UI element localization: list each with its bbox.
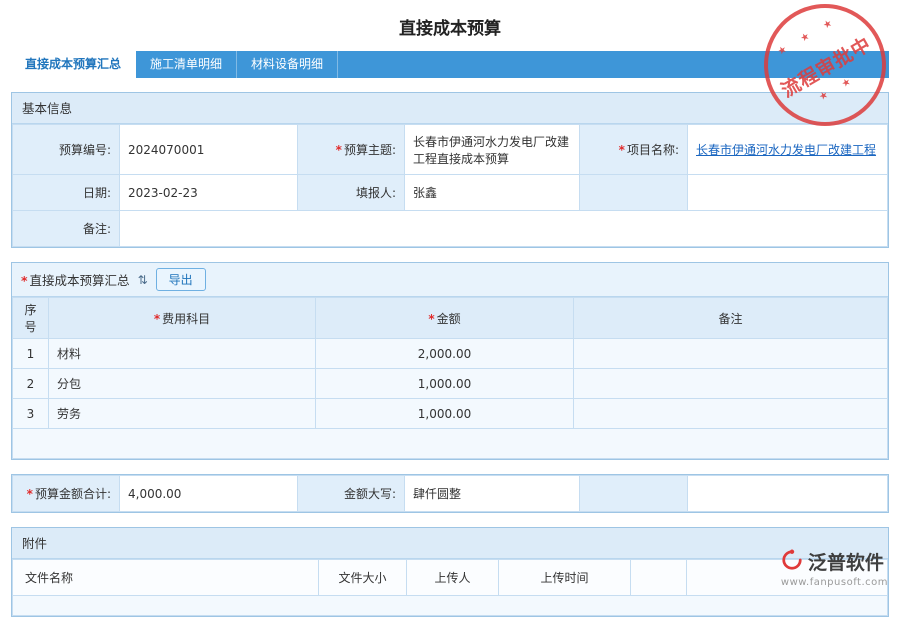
reporter-label: 填报人: bbox=[298, 175, 405, 211]
cell-subject: 分包 bbox=[49, 369, 316, 399]
project-name-label: *项目名称: bbox=[580, 125, 688, 175]
export-button[interactable]: 导出 bbox=[156, 268, 206, 291]
col-file-size: 文件大小 bbox=[319, 560, 407, 596]
cell-no: 3 bbox=[13, 399, 49, 429]
table-row: 1 材料 2,000.00 bbox=[13, 339, 888, 369]
totals-section: *预算金额合计: 4,000.00 金额大写: 肆仟圆整 bbox=[11, 474, 889, 513]
cell-subject: 劳务 bbox=[49, 399, 316, 429]
cell-subject: 材料 bbox=[49, 339, 316, 369]
table-header-row: 文件名称 文件大小 上传人 上传时间 bbox=[13, 560, 888, 596]
attachments-table: 文件名称 文件大小 上传人 上传时间 bbox=[12, 559, 888, 616]
table-row: 预算编号: 2024070001 *预算主题: 长春市伊通河水力发电厂改建工程直… bbox=[13, 125, 888, 175]
attachments-section: 附件 文件名称 文件大小 上传人 上传时间 bbox=[11, 527, 889, 617]
col-remark: 备注 bbox=[574, 298, 888, 339]
project-name-link[interactable]: 长春市伊通河水力发电厂改建工程 bbox=[696, 143, 876, 157]
col-uploader: 上传人 bbox=[407, 560, 499, 596]
remark-label: 备注: bbox=[13, 211, 120, 247]
basic-info-section: 基本信息 预算编号: 2024070001 *预算主题: 长春市伊通河水力发电厂… bbox=[11, 92, 889, 248]
totals-table: *预算金额合计: 4,000.00 金额大写: 肆仟圆整 bbox=[12, 475, 888, 512]
amount-words-value: 肆仟圆整 bbox=[405, 476, 580, 512]
project-name-cell: 长春市伊通河水力发电厂改建工程 bbox=[688, 125, 888, 175]
cell-remark bbox=[574, 399, 888, 429]
summary-table: 序号 *费用科目 *金额 备注 1 材料 2,000.00 2 分包 1,000… bbox=[12, 297, 888, 459]
empty-cell bbox=[13, 429, 888, 459]
required-marker: * bbox=[21, 273, 28, 288]
subject-label: *预算主题: bbox=[298, 125, 405, 175]
table-row: 3 劳务 1,000.00 bbox=[13, 399, 888, 429]
required-marker: * bbox=[619, 143, 625, 157]
col-amount: *金额 bbox=[316, 298, 574, 339]
table-row: 2 分包 1,000.00 bbox=[13, 369, 888, 399]
empty-value-cell bbox=[688, 175, 888, 211]
empty-cell bbox=[13, 596, 888, 616]
page-title: 直接成本预算 bbox=[0, 0, 900, 51]
basic-info-title: 基本信息 bbox=[12, 93, 888, 124]
attachments-title: 附件 bbox=[12, 528, 888, 559]
cell-amount: 2,000.00 bbox=[316, 339, 574, 369]
budget-no-label: 预算编号: bbox=[13, 125, 120, 175]
empty-header-cell bbox=[631, 560, 687, 596]
col-file-name: 文件名称 bbox=[13, 560, 319, 596]
tab-construction-list-detail[interactable]: 施工清单明细 bbox=[136, 51, 237, 78]
remark-value bbox=[120, 211, 888, 247]
table-header-row: 序号 *费用科目 *金额 备注 bbox=[13, 298, 888, 339]
date-label: 日期: bbox=[13, 175, 120, 211]
total-amount-value: 4,000.00 bbox=[120, 476, 298, 512]
reporter-value: 张鑫 bbox=[405, 175, 580, 211]
empty-label-cell bbox=[580, 175, 688, 211]
cell-no: 1 bbox=[13, 339, 49, 369]
date-value: 2023-02-23 bbox=[120, 175, 298, 211]
col-no: 序号 bbox=[13, 298, 49, 339]
fanpu-logo-icon bbox=[781, 549, 803, 574]
sort-icon[interactable]: ⇅ bbox=[138, 273, 148, 287]
amount-words-label: 金额大写: bbox=[298, 476, 405, 512]
fanpu-brand: 泛普软件 www.fanpusoft.com bbox=[781, 548, 888, 588]
required-marker: * bbox=[428, 312, 434, 326]
brand-url[interactable]: www.fanpusoft.com bbox=[781, 577, 888, 588]
basic-info-table: 预算编号: 2024070001 *预算主题: 长春市伊通河水力发电厂改建工程直… bbox=[12, 124, 888, 247]
summary-toolbar: *直接成本预算汇总 ⇅ 导出 bbox=[12, 263, 888, 297]
total-amount-label: *预算金额合计: bbox=[13, 476, 120, 512]
required-marker: * bbox=[27, 487, 33, 501]
cell-remark bbox=[574, 369, 888, 399]
cell-no: 2 bbox=[13, 369, 49, 399]
col-subject: *费用科目 bbox=[49, 298, 316, 339]
summary-title: *直接成本预算汇总 bbox=[21, 270, 130, 289]
cell-amount: 1,000.00 bbox=[316, 369, 574, 399]
required-marker: * bbox=[336, 143, 342, 157]
cell-amount: 1,000.00 bbox=[316, 399, 574, 429]
tab-direct-cost-summary[interactable]: 直接成本预算汇总 bbox=[11, 51, 136, 78]
table-row: 备注: bbox=[13, 211, 888, 247]
table-row: *预算金额合计: 4,000.00 金额大写: 肆仟圆整 bbox=[13, 476, 888, 512]
brand-name: 泛普软件 bbox=[808, 548, 884, 575]
summary-section: *直接成本预算汇总 ⇅ 导出 序号 *费用科目 *金额 备注 1 材料 2,00… bbox=[11, 262, 889, 460]
required-marker: * bbox=[154, 312, 160, 326]
empty-table-row bbox=[13, 429, 888, 459]
tab-bar: 直接成本预算汇总 施工清单明细 材料设备明细 bbox=[11, 51, 889, 78]
table-row: 日期: 2023-02-23 填报人: 张鑫 bbox=[13, 175, 888, 211]
subject-value: 长春市伊通河水力发电厂改建工程直接成本预算 bbox=[405, 125, 580, 175]
empty-label-cell bbox=[580, 476, 688, 512]
cell-remark bbox=[574, 339, 888, 369]
tab-material-equipment-detail[interactable]: 材料设备明细 bbox=[237, 51, 338, 78]
col-upload-time: 上传时间 bbox=[499, 560, 631, 596]
budget-no-value: 2024070001 bbox=[120, 125, 298, 175]
empty-value-cell bbox=[688, 476, 888, 512]
empty-table-row bbox=[13, 596, 888, 616]
